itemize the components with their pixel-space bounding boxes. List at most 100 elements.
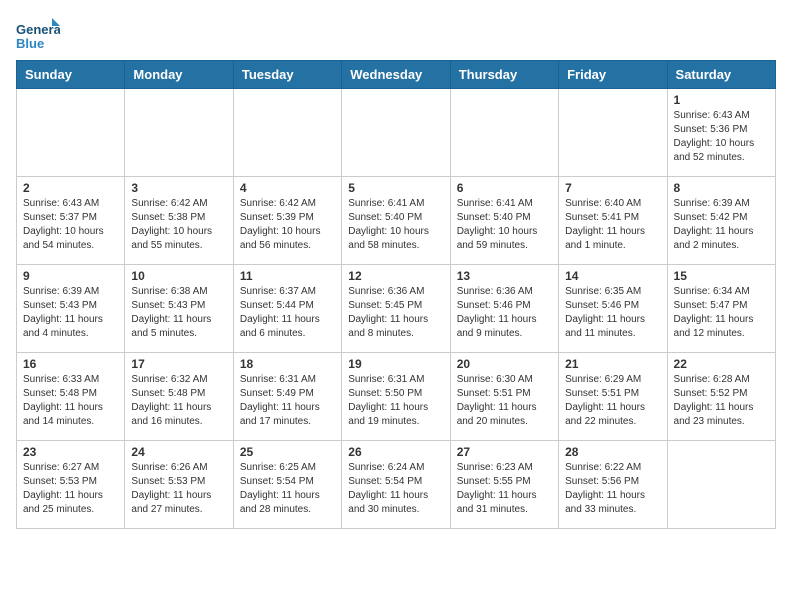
day-info: Sunrise: 6:43 AM Sunset: 5:36 PM Dayligh… xyxy=(674,109,769,165)
day-number: 8 xyxy=(674,181,769,195)
day-number: 14 xyxy=(565,269,660,283)
calendar-cell: 22 Sunrise: 6:28 AM Sunset: 5:52 PM Dayli… xyxy=(667,353,775,441)
day-info: Sunrise: 6:36 AM Sunset: 5:45 PM Dayligh… xyxy=(348,285,443,341)
calendar-header-friday: Friday xyxy=(559,61,667,89)
day-number: 27 xyxy=(457,445,552,459)
day-info: Sunrise: 6:37 AM Sunset: 5:44 PM Dayligh… xyxy=(240,285,335,341)
day-number: 6 xyxy=(457,181,552,195)
day-number: 7 xyxy=(565,181,660,195)
day-number: 21 xyxy=(565,357,660,371)
calendar-header-row: SundayMondayTuesdayWednesdayThursdayFrid… xyxy=(17,61,776,89)
calendar-cell xyxy=(125,89,233,177)
calendar-cell: 26 Sunrise: 6:24 AM Sunset: 5:54 PM Dayli… xyxy=(342,441,450,529)
logo-icon: General Blue xyxy=(16,16,56,52)
calendar-cell: 28 Sunrise: 6:22 AM Sunset: 5:56 PM Dayli… xyxy=(559,441,667,529)
calendar-cell: 4 Sunrise: 6:42 AM Sunset: 5:39 PM Daylig… xyxy=(233,177,341,265)
calendar-header-sunday: Sunday xyxy=(17,61,125,89)
day-info: Sunrise: 6:25 AM Sunset: 5:54 PM Dayligh… xyxy=(240,461,335,517)
day-info: Sunrise: 6:35 AM Sunset: 5:46 PM Dayligh… xyxy=(565,285,660,341)
day-number: 23 xyxy=(23,445,118,459)
day-info: Sunrise: 6:27 AM Sunset: 5:53 PM Dayligh… xyxy=(23,461,118,517)
calendar-cell: 8Sunrise: 6:39 AM Sunset: 5:42 PM Daylig… xyxy=(667,177,775,265)
day-info: Sunrise: 6:43 AM Sunset: 5:37 PM Dayligh… xyxy=(23,197,118,253)
calendar-cell: 6 Sunrise: 6:41 AM Sunset: 5:40 PM Daylig… xyxy=(450,177,558,265)
calendar-cell: 19Sunrise: 6:31 AM Sunset: 5:50 PM Dayli… xyxy=(342,353,450,441)
day-info: Sunrise: 6:28 AM Sunset: 5:52 PM Dayligh… xyxy=(674,373,769,429)
day-info: Sunrise: 6:22 AM Sunset: 5:56 PM Dayligh… xyxy=(565,461,660,517)
calendar-cell: 12 Sunrise: 6:36 AM Sunset: 5:45 PM Dayli… xyxy=(342,265,450,353)
day-number: 2 xyxy=(23,181,118,195)
svg-text:Blue: Blue xyxy=(16,36,44,51)
calendar-cell xyxy=(559,89,667,177)
day-number: 12 xyxy=(348,269,443,283)
calendar-cell xyxy=(667,441,775,529)
day-number: 11 xyxy=(240,269,335,283)
calendar-cell: 11 Sunrise: 6:37 AM Sunset: 5:44 PM Dayli… xyxy=(233,265,341,353)
header: General Blue xyxy=(16,16,776,52)
calendar-cell: 14 Sunrise: 6:35 AM Sunset: 5:46 PM Dayli… xyxy=(559,265,667,353)
logo: General Blue xyxy=(16,16,60,52)
day-number: 16 xyxy=(23,357,118,371)
day-info: Sunrise: 6:42 AM Sunset: 5:39 PM Dayligh… xyxy=(240,197,335,253)
day-number: 28 xyxy=(565,445,660,459)
calendar-cell: 18 Sunrise: 6:31 AM Sunset: 5:49 PM Dayli… xyxy=(233,353,341,441)
calendar-header-monday: Monday xyxy=(125,61,233,89)
calendar-week-4: 16 Sunrise: 6:33 AM Sunset: 5:48 PM Dayli… xyxy=(17,353,776,441)
calendar-header-saturday: Saturday xyxy=(667,61,775,89)
day-number: 17 xyxy=(131,357,226,371)
day-number: 5 xyxy=(348,181,443,195)
calendar-cell xyxy=(342,89,450,177)
calendar-week-2: 2 Sunrise: 6:43 AM Sunset: 5:37 PM Daylig… xyxy=(17,177,776,265)
day-info: Sunrise: 6:41 AM Sunset: 5:40 PM Dayligh… xyxy=(457,197,552,253)
day-info: Sunrise: 6:41 AM Sunset: 5:40 PM Dayligh… xyxy=(348,197,443,253)
calendar-cell: 27 Sunrise: 6:23 AM Sunset: 5:55 PM Dayli… xyxy=(450,441,558,529)
calendar-cell xyxy=(17,89,125,177)
calendar-cell: 20 Sunrise: 6:30 AM Sunset: 5:51 PM Dayli… xyxy=(450,353,558,441)
day-info: Sunrise: 6:31 AM Sunset: 5:49 PM Dayligh… xyxy=(240,373,335,429)
calendar-cell: 7 Sunrise: 6:40 AM Sunset: 5:41 PM Daylig… xyxy=(559,177,667,265)
day-info: Sunrise: 6:30 AM Sunset: 5:51 PM Dayligh… xyxy=(457,373,552,429)
day-number: 13 xyxy=(457,269,552,283)
day-number: 20 xyxy=(457,357,552,371)
calendar-cell: 1 Sunrise: 6:43 AM Sunset: 5:36 PM Daylig… xyxy=(667,89,775,177)
day-info: Sunrise: 6:38 AM Sunset: 5:43 PM Dayligh… xyxy=(131,285,226,341)
day-info: Sunrise: 6:31 AM Sunset: 5:50 PM Dayligh… xyxy=(348,373,443,429)
day-number: 22 xyxy=(674,357,769,371)
calendar-cell: 9 Sunrise: 6:39 AM Sunset: 5:43 PM Daylig… xyxy=(17,265,125,353)
day-info: Sunrise: 6:29 AM Sunset: 5:51 PM Dayligh… xyxy=(565,373,660,429)
calendar-cell: 23 Sunrise: 6:27 AM Sunset: 5:53 PM Dayli… xyxy=(17,441,125,529)
calendar-week-5: 23 Sunrise: 6:27 AM Sunset: 5:53 PM Dayli… xyxy=(17,441,776,529)
day-number: 25 xyxy=(240,445,335,459)
calendar-cell xyxy=(450,89,558,177)
calendar-header-thursday: Thursday xyxy=(450,61,558,89)
calendar-cell: 25 Sunrise: 6:25 AM Sunset: 5:54 PM Dayli… xyxy=(233,441,341,529)
calendar-cell: 21 Sunrise: 6:29 AM Sunset: 5:51 PM Dayli… xyxy=(559,353,667,441)
calendar-cell xyxy=(233,89,341,177)
day-number: 1 xyxy=(674,93,769,107)
day-info: Sunrise: 6:36 AM Sunset: 5:46 PM Dayligh… xyxy=(457,285,552,341)
day-number: 9 xyxy=(23,269,118,283)
day-info: Sunrise: 6:24 AM Sunset: 5:54 PM Dayligh… xyxy=(348,461,443,517)
calendar-cell: 16 Sunrise: 6:33 AM Sunset: 5:48 PM Dayli… xyxy=(17,353,125,441)
day-info: Sunrise: 6:40 AM Sunset: 5:41 PM Dayligh… xyxy=(565,197,660,253)
calendar-cell: 15Sunrise: 6:34 AM Sunset: 5:47 PM Dayli… xyxy=(667,265,775,353)
calendar-week-3: 9 Sunrise: 6:39 AM Sunset: 5:43 PM Daylig… xyxy=(17,265,776,353)
calendar-cell: 5 Sunrise: 6:41 AM Sunset: 5:40 PM Daylig… xyxy=(342,177,450,265)
day-number: 26 xyxy=(348,445,443,459)
day-number: 18 xyxy=(240,357,335,371)
day-info: Sunrise: 6:23 AM Sunset: 5:55 PM Dayligh… xyxy=(457,461,552,517)
calendar-cell: 2 Sunrise: 6:43 AM Sunset: 5:37 PM Daylig… xyxy=(17,177,125,265)
calendar-header-wednesday: Wednesday xyxy=(342,61,450,89)
calendar-cell: 24Sunrise: 6:26 AM Sunset: 5:53 PM Dayli… xyxy=(125,441,233,529)
day-number: 4 xyxy=(240,181,335,195)
day-number: 3 xyxy=(131,181,226,195)
calendar-cell: 17 Sunrise: 6:32 AM Sunset: 5:48 PM Dayli… xyxy=(125,353,233,441)
calendar-table: SundayMondayTuesdayWednesdayThursdayFrid… xyxy=(16,60,776,529)
day-number: 10 xyxy=(131,269,226,283)
day-info: Sunrise: 6:34 AM Sunset: 5:47 PM Dayligh… xyxy=(674,285,769,341)
day-info: Sunrise: 6:39 AM Sunset: 5:43 PM Dayligh… xyxy=(23,285,118,341)
day-info: Sunrise: 6:32 AM Sunset: 5:48 PM Dayligh… xyxy=(131,373,226,429)
day-info: Sunrise: 6:26 AM Sunset: 5:53 PM Dayligh… xyxy=(131,461,226,517)
day-info: Sunrise: 6:33 AM Sunset: 5:48 PM Dayligh… xyxy=(23,373,118,429)
calendar-cell: 10 Sunrise: 6:38 AM Sunset: 5:43 PM Dayli… xyxy=(125,265,233,353)
